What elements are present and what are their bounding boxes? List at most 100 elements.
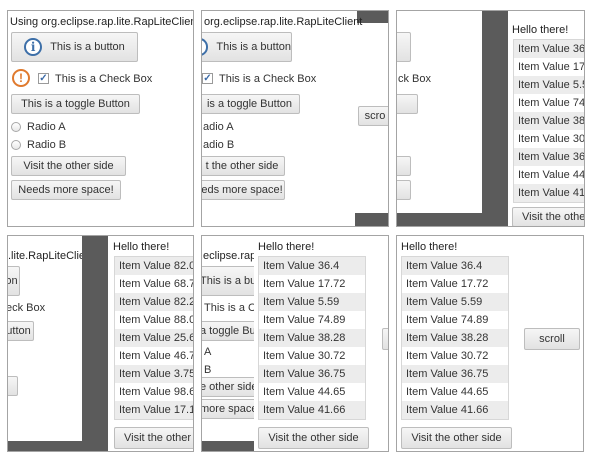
- list-container: Item Value 36.4Item Value 17.72Item Valu…: [402, 257, 508, 419]
- push-button[interactable]: i This is a button: [202, 32, 292, 62]
- item-list[interactable]: Item Value 36.4Item Value 17.72Item Valu…: [513, 39, 584, 203]
- list-item[interactable]: Item Value 38.28: [259, 329, 365, 347]
- window-title: .eclipse.rap.: [202, 250, 254, 262]
- list-container: Item Value 82.0 Item Value 68.7 Item Value…: [115, 257, 193, 419]
- push-button-label: This is a butt: [202, 275, 254, 287]
- warning-icon: !: [12, 69, 30, 87]
- panel-2: org.eclipse.rap.lite.RapLiteClient i Thi…: [201, 10, 389, 227]
- list-item[interactable]: Item Value 41.66: [514, 184, 584, 202]
- list-item[interactable]: Item Value 30.72: [514, 130, 584, 148]
- dark-strip-bottom: [355, 213, 388, 226]
- list-item[interactable]: Item Value 82.2: [115, 293, 193, 311]
- push-button[interactable]: This is a butt: [202, 266, 254, 296]
- panel-1: Using org.eclipse.rap.lite.RapLiteClient…: [7, 10, 194, 227]
- list-item[interactable]: Item Value 3.75: [115, 365, 193, 383]
- visit-button-label: e other side: [202, 381, 254, 393]
- list-item[interactable]: Item Value 82.0: [115, 257, 193, 275]
- list-item[interactable]: Item Value 98.6: [115, 383, 193, 401]
- scroll-button[interactable]: scroll: [524, 328, 580, 350]
- list-item[interactable]: Item Value 36.4: [259, 257, 365, 275]
- list-item[interactable]: Item Value 44.65: [259, 383, 365, 401]
- push-button-label: This is a button: [50, 41, 125, 53]
- radio-a-label: adio A: [203, 121, 234, 133]
- toggle-button[interactable]: a toggle Butt: [202, 321, 254, 341]
- list-item[interactable]: Item Value 38.28: [514, 112, 584, 130]
- toggle-button-label: utton: [8, 325, 31, 337]
- visit-button[interactable]: [397, 156, 411, 176]
- list-item[interactable]: Item Value 41.66: [402, 401, 508, 419]
- visit-button[interactable]: Visit the other: [114, 427, 193, 449]
- toggle-button-label: tton: [396, 98, 397, 110]
- list-container: Item Value 36.4Item Value 17.72Item Valu…: [514, 40, 584, 202]
- radio-b-label: adio B: [203, 139, 235, 151]
- toggle-button[interactable]: utton: [8, 321, 34, 341]
- toggle-button[interactable]: This is a toggle Button: [11, 94, 140, 114]
- needs-space-label: more space!: [202, 403, 254, 415]
- item-list[interactable]: Item Value 82.0 Item Value 68.7 Item Value…: [114, 256, 193, 420]
- list-item[interactable]: Item Value 30.72: [259, 347, 365, 365]
- toggle-button-label: is a toggle Button: [206, 98, 292, 110]
- visit-button[interactable]: Visit the other side: [258, 427, 369, 449]
- list-item[interactable]: Item Value 36.4: [402, 257, 508, 275]
- toggle-button-label: a toggle Butt: [202, 325, 254, 337]
- list-item[interactable]: Item Value 44.65: [514, 166, 584, 184]
- visit-button[interactable]: Visit the other side: [11, 156, 126, 176]
- item-list[interactable]: Item Value 36.4Item Value 17.72Item Valu…: [401, 256, 509, 420]
- list-item[interactable]: Item Value 74.89: [259, 311, 365, 329]
- visit-button[interactable]: t the other side: [202, 156, 285, 176]
- list-group: Hello there! Item Value 36.4Item Value 1…: [254, 236, 380, 451]
- visit-button[interactable]: e other side: [202, 377, 254, 397]
- toggle-button[interactable]: tton: [396, 94, 418, 114]
- list-item[interactable]: Item Value 36.75: [402, 365, 508, 383]
- visit-button-label: Visit the other side: [23, 160, 114, 172]
- item-list[interactable]: Item Value 36.4Item Value 17.72Item Valu…: [258, 256, 366, 420]
- checkbox[interactable]: ✓: [202, 73, 213, 84]
- list-item[interactable]: Item Value 17.72: [402, 275, 508, 293]
- list-item[interactable]: Item Value 36.75: [514, 148, 584, 166]
- list-item[interactable]: Item Value 36.4: [514, 40, 584, 58]
- visit-button[interactable]: Visit the other: [512, 207, 584, 226]
- list-item[interactable]: Item Value 25.6: [115, 329, 193, 347]
- needs-space-button[interactable]: [8, 376, 18, 396]
- left-pane: .lite.RapLiteClient on eck Box utton: [8, 236, 82, 441]
- push-button-label: This is a button: [216, 41, 291, 53]
- list-item[interactable]: Item Value 68.7: [115, 275, 193, 293]
- toggle-button[interactable]: is a toggle Button: [202, 94, 300, 114]
- hello-label: Hello there!: [258, 241, 315, 253]
- list-item[interactable]: Item Value 38.28: [402, 329, 508, 347]
- list-item[interactable]: Item Value 17.1: [115, 401, 193, 419]
- list-item[interactable]: Item Value 17.72: [514, 58, 584, 76]
- list-item[interactable]: Item Value 74.89: [514, 94, 584, 112]
- needs-space-button[interactable]: [397, 180, 411, 200]
- checkbox[interactable]: ✓: [38, 73, 49, 84]
- visit-button-label: Visit the other: [124, 432, 192, 444]
- needs-space-button[interactable]: eds more space!: [202, 180, 285, 200]
- visit-button[interactable]: Visit the other side: [401, 427, 512, 449]
- window-title: .lite.RapLiteClient: [8, 250, 82, 262]
- scroll-button[interactable]: [382, 328, 388, 350]
- list-item[interactable]: Item Value 44.65: [402, 383, 508, 401]
- radio-a[interactable]: [11, 122, 21, 132]
- list-item[interactable]: Item Value 17.72: [259, 275, 365, 293]
- list-item[interactable]: Item Value 41.66: [259, 401, 365, 419]
- radio-b[interactable]: [11, 140, 21, 150]
- scroll-button[interactable]: scro: [358, 106, 388, 126]
- checkbox-label: eck Box: [8, 302, 46, 314]
- push-button[interactable]: i This is a button: [11, 32, 138, 62]
- list-item[interactable]: Item Value 36.75: [259, 365, 365, 383]
- push-button[interactable]: on: [8, 266, 20, 296]
- list-item[interactable]: Item Value 74.89: [402, 311, 508, 329]
- list-item[interactable]: Item Value 30.72: [402, 347, 508, 365]
- list-item[interactable]: Item Value 46.7: [115, 347, 193, 365]
- checkbox-label: ck Box: [398, 73, 432, 85]
- list-item[interactable]: Item Value 5.59: [514, 76, 584, 94]
- visit-button-label: Visit the other side: [411, 432, 502, 444]
- list-item[interactable]: Item Value 5.59: [259, 293, 365, 311]
- push-button[interactable]: on: [397, 32, 411, 62]
- radio-a-label: Radio A: [27, 121, 66, 133]
- needs-space-button[interactable]: Needs more space!: [11, 180, 121, 200]
- list-item[interactable]: Item Value 5.59: [402, 293, 508, 311]
- needs-space-button[interactable]: more space!: [202, 399, 254, 419]
- list-item[interactable]: Item Value 88.0: [115, 311, 193, 329]
- checkbox-label: This is a Check Box: [55, 73, 153, 85]
